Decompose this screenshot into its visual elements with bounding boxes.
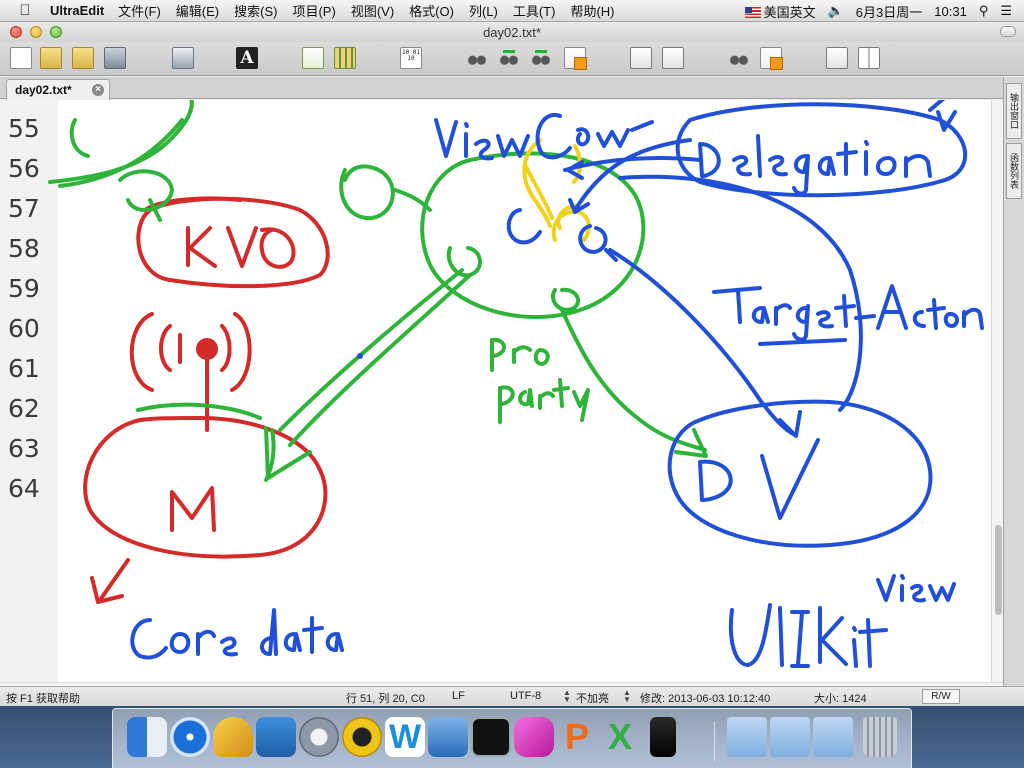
open-recent-icon[interactable] (72, 47, 94, 69)
vertical-scroll-thumb[interactable] (995, 525, 1002, 615)
menu-help[interactable]: 帮助(H) (570, 1, 614, 20)
find-binoculars-icon[interactable] (466, 47, 488, 69)
status-bar: 按 F1 获取帮助 行 51, 列 20, C0 LF UTF-8 ▲ ▼ 不加亮… (0, 686, 1024, 706)
editor-window: day02.txt* A 10 01 10 day02.txt* × 输出窗口 … (0, 22, 1024, 706)
tab-day02[interactable]: day02.txt* × (6, 79, 110, 100)
notification-list-icon[interactable]: ☰ (1000, 3, 1012, 19)
applications-folder-icon[interactable] (727, 717, 767, 757)
blue-ink (130, 100, 984, 668)
font-icon[interactable]: A (236, 47, 258, 69)
status-line-ending[interactable]: LF (452, 690, 465, 702)
toolbar: A 10 01 10 (0, 42, 1024, 76)
status-highlighting[interactable]: 不加亮 (576, 690, 609, 706)
window-title: day02.txt* (483, 25, 541, 40)
downloads-folder-icon[interactable] (813, 717, 853, 757)
launchpad-icon[interactable] (299, 717, 339, 757)
desktop-dock-area: W P X (0, 706, 1024, 768)
tab-bar: day02.txt* × (0, 77, 1004, 100)
volume-icon[interactable]: 🔈 (828, 3, 844, 19)
list-icon[interactable] (302, 47, 324, 69)
open-folder-icon[interactable] (40, 47, 62, 69)
sketch-app-icon[interactable] (213, 717, 253, 757)
replace-icon[interactable] (564, 47, 587, 70)
safari-icon[interactable] (170, 717, 210, 757)
ios-simulator-icon[interactable] (650, 717, 676, 757)
terminal-icon[interactable] (471, 717, 511, 757)
editor-area[interactable]: 55 56 57 58 59 60 61 62 63 64 (0, 100, 1003, 682)
dock-separator (714, 721, 715, 761)
read-write-toggle[interactable]: R/W (922, 689, 960, 704)
xcode-icon[interactable] (428, 717, 468, 757)
output-window-icon[interactable] (662, 47, 684, 69)
title-bar[interactable]: day02.txt* (0, 22, 1024, 42)
menu-column[interactable]: 列(L) (469, 1, 498, 20)
vertical-scrollbar[interactable] (991, 100, 1003, 682)
menubar-date[interactable]: 6月3日周一 (856, 2, 922, 21)
print-icon[interactable] (172, 47, 194, 69)
menu-edit[interactable]: 编辑(E) (176, 1, 219, 20)
us-flag-icon (744, 6, 761, 18)
input-method-label: 美国英文 (763, 4, 816, 20)
status-help: 按 F1 获取帮助 (6, 693, 80, 705)
handwritten-mvc-diagram (48, 100, 984, 668)
encoding-dropdown-icon[interactable]: ▲ ▼ (563, 689, 571, 704)
hex-mode-icon[interactable]: 10 01 10 (400, 47, 422, 69)
find-previous-icon[interactable] (498, 47, 520, 69)
new-file-icon[interactable] (10, 47, 32, 69)
menu-search[interactable]: 搜索(S) (234, 1, 277, 20)
column-mode-icon[interactable] (334, 47, 356, 69)
menu-bar:  UltraEdit 文件(F) 编辑(E) 搜索(S) 项目(P) 视图(V… (0, 0, 1024, 22)
menu-file[interactable]: 文件(F) (118, 1, 161, 20)
menu-view[interactable]: 视图(V) (351, 1, 394, 20)
word-app-icon[interactable]: W (385, 717, 425, 757)
address-book-icon[interactable] (256, 717, 296, 757)
trash-icon[interactable] (863, 717, 897, 757)
function-list-tab[interactable]: 函数列表 (1006, 143, 1022, 199)
powerpoint-icon[interactable]: P (557, 717, 597, 757)
highlighting-dropdown-icon[interactable]: ▲ ▼ (623, 689, 631, 704)
menubar-time[interactable]: 10:31 (934, 4, 967, 19)
app-menu[interactable]: UltraEdit (50, 3, 104, 18)
menu-format[interactable]: 格式(O) (409, 1, 454, 20)
finder-icon[interactable] (127, 717, 167, 757)
input-method-menu[interactable]: 美国英文 (744, 2, 816, 21)
find-next-icon[interactable] (530, 47, 552, 69)
excel-icon[interactable]: X (600, 717, 640, 757)
apple-logo-icon[interactable]:  (14, 2, 36, 19)
menu-tools[interactable]: 工具(T) (513, 1, 556, 20)
toolbar-toggle-button[interactable] (1000, 26, 1016, 37)
pink-app-icon[interactable] (514, 717, 554, 757)
project-search-icon[interactable] (728, 47, 750, 69)
status-file-size: 大小: 1424 (814, 693, 867, 705)
find-in-files-icon[interactable] (630, 47, 652, 69)
project-replace-icon[interactable] (760, 47, 783, 70)
menu-project[interactable]: 项目(P) (292, 1, 335, 20)
output-window-tab[interactable]: 输出窗口 (1006, 83, 1022, 139)
save-disk-icon[interactable] (104, 47, 126, 69)
tab-label: day02.txt* (15, 83, 72, 97)
close-tab-icon[interactable]: × (92, 84, 104, 96)
status-encoding[interactable]: UTF-8 (510, 690, 541, 702)
split-view-icon[interactable] (858, 47, 880, 69)
side-panel-strip: 输出窗口 函数列表 (1003, 77, 1024, 690)
dock: W P X (112, 708, 912, 768)
status-cursor-position: 行 51, 列 20, C0 (346, 693, 425, 705)
red-ink (83, 196, 330, 604)
window-layout-icon[interactable] (826, 47, 848, 69)
status-modified-date: 修改: 2013-06-03 10:12:40 (640, 693, 771, 705)
ultraedit-icon[interactable] (342, 717, 382, 757)
green-ink (48, 100, 708, 482)
documents-folder-icon[interactable] (770, 717, 810, 757)
spotlight-search-icon[interactable]: ⚲ (979, 3, 989, 19)
